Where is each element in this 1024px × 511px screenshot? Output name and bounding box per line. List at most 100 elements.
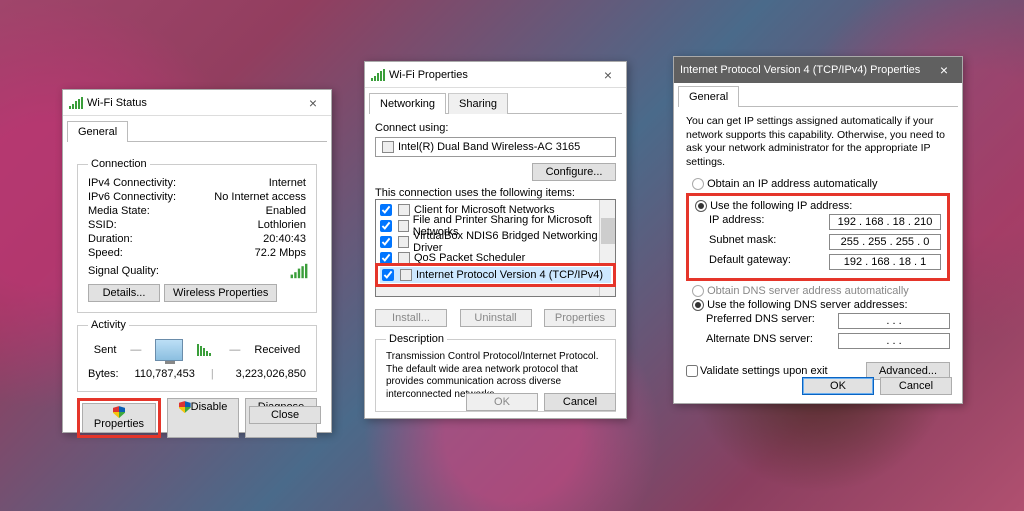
description-legend: Description: [386, 333, 447, 345]
wifi-icon: [69, 97, 83, 109]
cancel-button[interactable]: Cancel: [880, 377, 952, 395]
tab-networking[interactable]: Networking: [369, 93, 446, 114]
activity-icon: [197, 344, 211, 356]
window-title: Wi-Fi Properties: [389, 69, 596, 81]
validate-checkbox[interactable]: [686, 365, 698, 377]
bytes-sent: 110,787,453: [119, 368, 211, 380]
tabs: Networking Sharing: [369, 92, 622, 114]
activity-group: Activity Sent — — Received Bytes: 110,78…: [77, 319, 317, 392]
details-button[interactable]: Details...: [88, 284, 160, 302]
close-icon[interactable]: ×: [301, 95, 325, 111]
gateway-input[interactable]: 192 . 168 . 18 . 1: [829, 254, 941, 270]
tab-general[interactable]: General: [678, 86, 739, 107]
wifi-properties-window: Wi-Fi Properties × Networking Sharing Co…: [364, 61, 627, 419]
received-label: Received: [254, 344, 300, 356]
connect-using-label: Connect using:: [375, 122, 616, 134]
close-icon[interactable]: ×: [932, 62, 956, 78]
ipv4-label: IPv4 Connectivity:: [88, 177, 176, 189]
connection-group: Connection IPv4 Connectivity: Internet IP…: [77, 158, 317, 313]
duration-value: 20:40:43: [263, 233, 306, 245]
shield-icon: [113, 406, 125, 418]
ok-button[interactable]: OK: [802, 377, 874, 395]
mask-label: Subnet mask:: [709, 234, 776, 250]
ok-button[interactable]: OK: [466, 393, 538, 411]
properties-button[interactable]: Properties: [544, 309, 616, 327]
uninstall-button[interactable]: Uninstall: [460, 309, 532, 327]
radio-static-dns[interactable]: [692, 299, 704, 311]
dialog-body: You can get IP settings assigned automat…: [674, 107, 962, 389]
pref-dns-input[interactable]: . . .: [838, 313, 950, 329]
activity-legend: Activity: [88, 319, 129, 331]
ip-address-input[interactable]: 192 . 168 . 18 . 210: [829, 214, 941, 230]
window-title: Wi-Fi Status: [87, 97, 301, 109]
radio-auto-dns: [692, 285, 704, 297]
configure-button[interactable]: Configure...: [532, 163, 616, 181]
properties-button[interactable]: Properties: [82, 403, 156, 433]
close-icon[interactable]: ×: [596, 67, 620, 83]
ipv4-value: Internet: [269, 177, 306, 189]
wifi-icon: [371, 69, 385, 81]
items-label: This connection uses the following items…: [375, 187, 616, 199]
ipv4-titlebar[interactable]: Internet Protocol Version 4 (TCP/IPv4) P…: [674, 57, 962, 83]
window-title: Internet Protocol Version 4 (TCP/IPv4) P…: [680, 64, 932, 76]
auto-ip-label: Obtain an IP address automatically: [707, 178, 877, 190]
validate-label: Validate settings upon exit: [700, 365, 828, 377]
close-button[interactable]: Close: [249, 406, 321, 424]
dialog-body: Connect using: Intel(R) Dual Band Wirele…: [365, 114, 626, 426]
bytes-label: Bytes:: [88, 368, 119, 380]
ipv4-properties-window: Internet Protocol Version 4 (TCP/IPv4) P…: [673, 56, 963, 404]
signal-quality-label: Signal Quality:: [88, 265, 159, 277]
radio-auto-ip[interactable]: [692, 178, 704, 190]
component-icon: [398, 220, 409, 232]
speed-value: 72.2 Mbps: [255, 247, 306, 259]
speed-label: Speed:: [88, 247, 123, 259]
wifi-status-titlebar[interactable]: Wi-Fi Status ×: [63, 90, 331, 116]
connection-legend: Connection: [88, 158, 150, 170]
subnet-mask-input[interactable]: 255 . 255 . 255 . 0: [829, 234, 941, 250]
pref-dns-label: Preferred DNS server:: [706, 313, 815, 329]
alt-dns-input[interactable]: . . .: [838, 333, 950, 349]
signal-quality-icon: [291, 264, 308, 278]
adapter-icon: [382, 141, 394, 153]
static-dns-label: Use the following DNS server addresses:: [707, 299, 908, 311]
duration-label: Duration:: [88, 233, 133, 245]
component-icon: [398, 236, 409, 248]
gateway-label: Default gateway:: [709, 254, 791, 270]
wifi-status-window: Wi-Fi Status × General Connection IPv4 C…: [62, 89, 332, 433]
checkbox[interactable]: [380, 236, 392, 248]
ssid-label: SSID:: [88, 219, 117, 231]
media-label: Media State:: [88, 205, 150, 217]
radio-static-ip[interactable]: [695, 200, 707, 212]
disable-button[interactable]: Disable: [167, 398, 239, 438]
wifi-properties-titlebar[interactable]: Wi-Fi Properties ×: [365, 62, 626, 88]
tab-sharing[interactable]: Sharing: [448, 93, 508, 114]
ipv6-label: IPv6 Connectivity:: [88, 191, 176, 203]
tabs: General: [678, 85, 958, 107]
tab-general[interactable]: General: [67, 121, 128, 142]
static-ip-label: Use the following IP address:: [710, 200, 852, 212]
list-item[interactable]: VirtualBox NDIS6 Bridged Networking Driv…: [378, 234, 613, 250]
checkbox[interactable]: [380, 220, 392, 232]
checkbox[interactable]: [380, 204, 392, 216]
alt-dns-label: Alternate DNS server:: [706, 333, 813, 349]
intro-text: You can get IP settings assigned automat…: [686, 115, 950, 170]
media-value: Enabled: [266, 205, 306, 217]
sent-label: Sent: [94, 344, 117, 356]
wireless-properties-button[interactable]: Wireless Properties: [164, 284, 277, 302]
list-item-selected[interactable]: Internet Protocol Version 4 (TCP/IPv4): [380, 267, 611, 283]
cancel-button[interactable]: Cancel: [544, 393, 616, 411]
shield-icon: [179, 401, 191, 413]
ssid-value: Lothlorien: [258, 219, 306, 231]
component-icon: [400, 269, 412, 281]
bytes-received: 3,223,026,850: [214, 368, 306, 380]
checkbox[interactable]: [382, 269, 394, 281]
ip-label: IP address:: [709, 214, 764, 230]
monitor-icon: [155, 339, 183, 361]
ipv6-value: No Internet access: [214, 191, 306, 203]
component-icon: [398, 204, 410, 216]
install-button[interactable]: Install...: [375, 309, 447, 327]
adapter-name: Intel(R) Dual Band Wireless-AC 3165: [398, 141, 580, 153]
dialog-body: Connection IPv4 Connectivity: Internet IP…: [63, 142, 331, 448]
tabs: General: [67, 120, 327, 142]
auto-dns-label: Obtain DNS server address automatically: [707, 285, 909, 297]
